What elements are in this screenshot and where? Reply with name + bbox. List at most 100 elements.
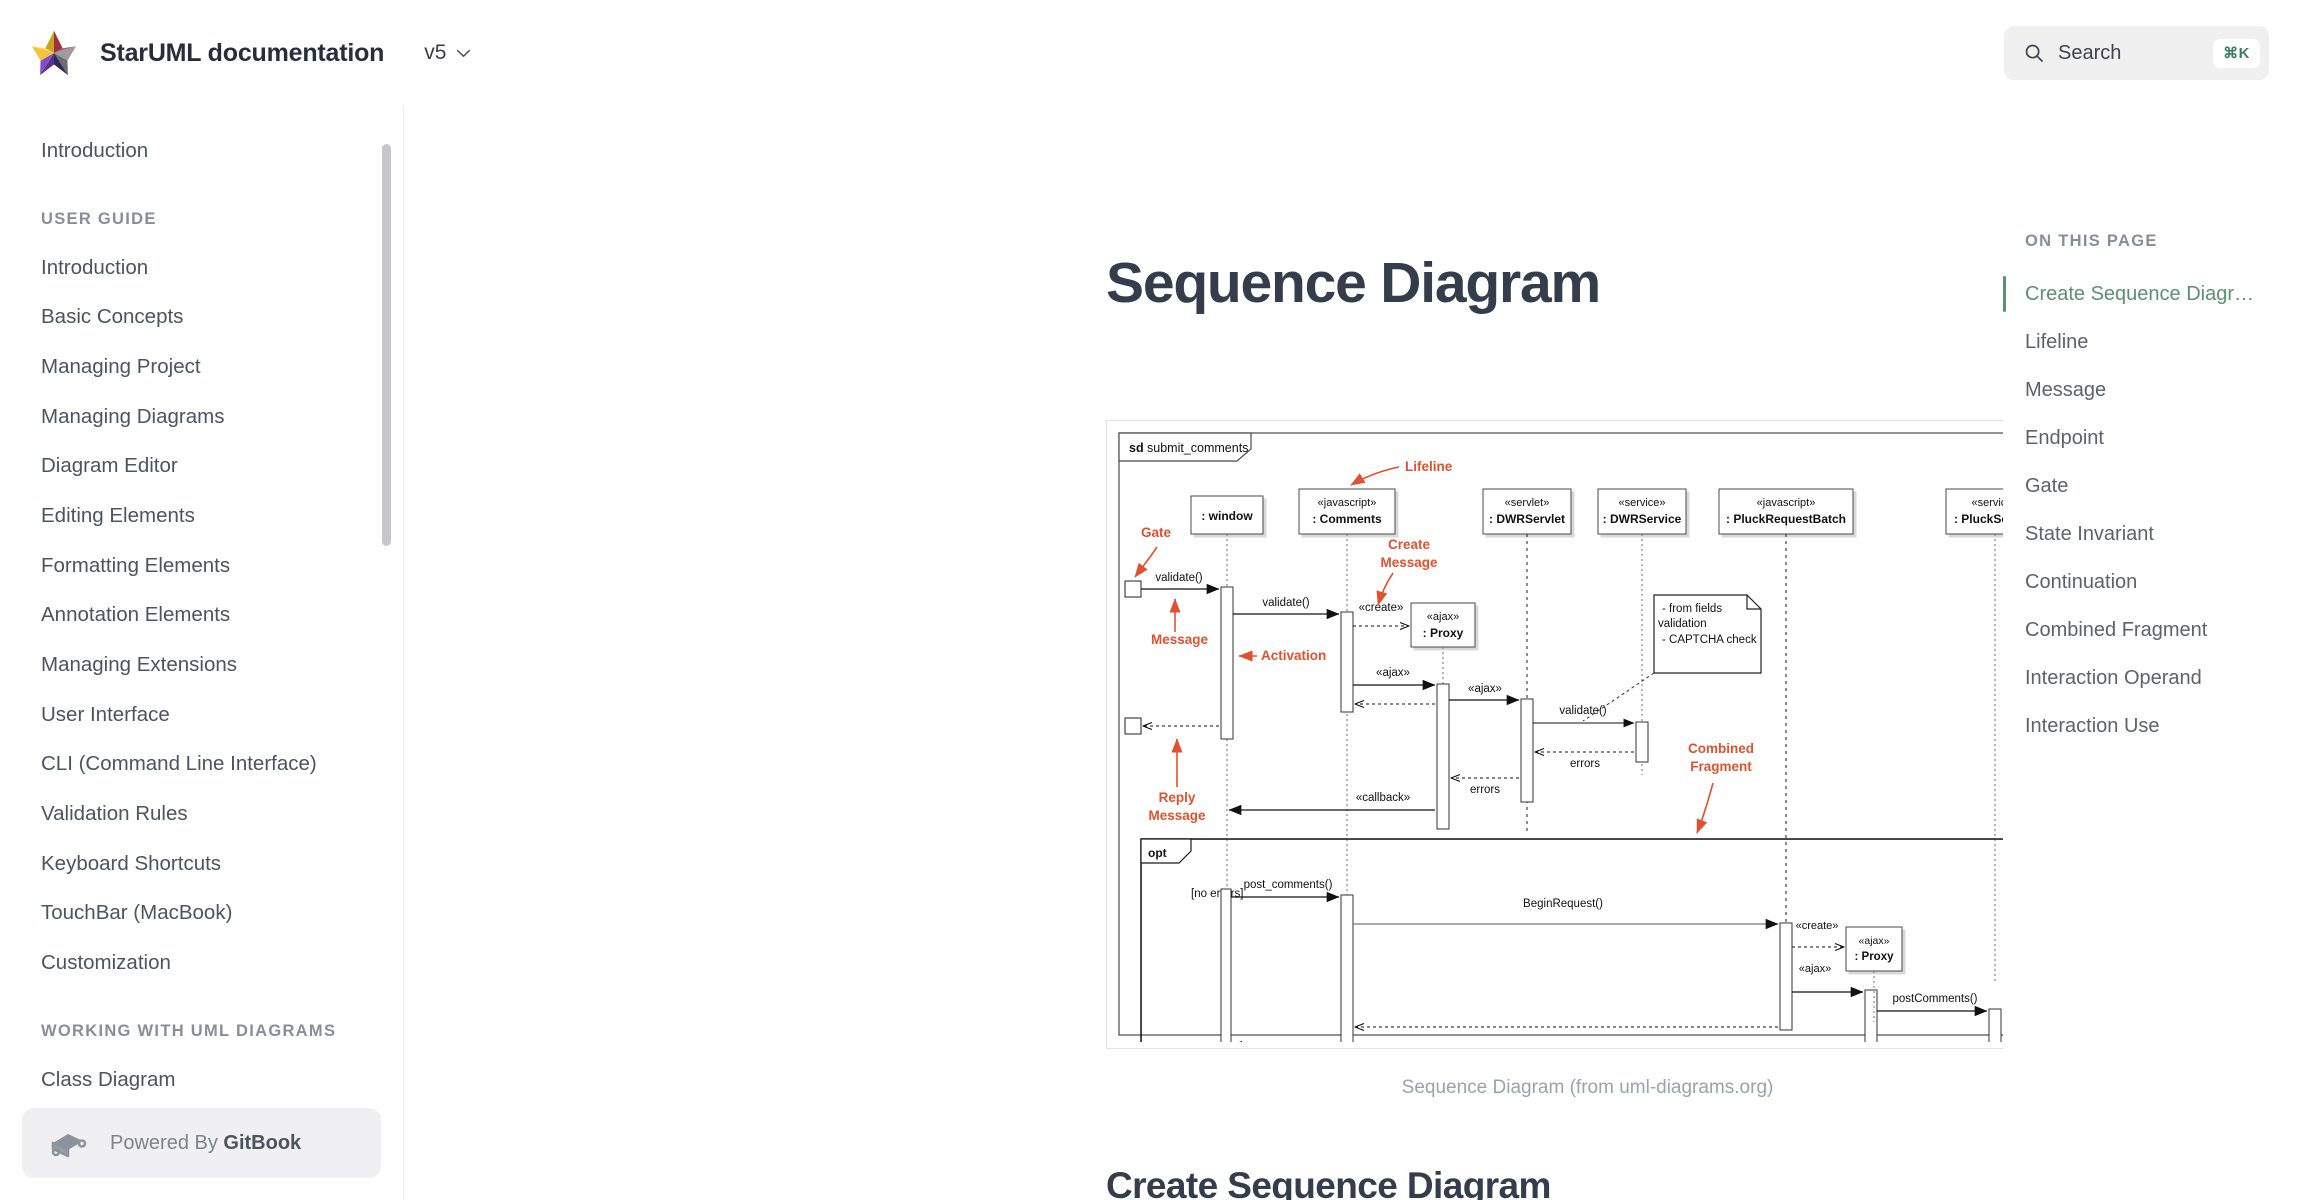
sidebar-footer: Powered By GitBook (0, 1094, 403, 1200)
site-header: StarUML documentation v5 Search ⌘K (0, 0, 2303, 106)
sidebar-scrollbar[interactable] (382, 126, 391, 1094)
svg-text:: PluckService: : PluckService (1954, 512, 2003, 526)
sidebar-section-working-with-uml-diagrams: WORKING WITH UML DIAGRAMS (41, 1021, 337, 1040)
annotation-create-message-2: Message (1380, 555, 1438, 570)
version-selector[interactable]: v5 (418, 37, 477, 69)
svg-text:: Comments: : Comments (1312, 512, 1382, 526)
svg-text:: Proxy: : Proxy (1423, 626, 1464, 640)
svg-text:validate(): validate() (1155, 572, 1202, 584)
svg-text:opt: opt (1148, 846, 1167, 860)
annotation-combined-fragment-2: Fragment (1690, 759, 1752, 774)
sidebar-item-customization[interactable]: Customization (0, 938, 403, 988)
toc-item-message[interactable]: Message (2003, 366, 2303, 414)
sidebar-item-keyboard-shortcuts[interactable]: Keyboard Shortcuts (0, 839, 403, 889)
frame-name-label: submit_comments (1147, 441, 1248, 455)
svg-text:: DWRService: : DWRService (1603, 512, 1682, 526)
sidebar-item-validation-rules[interactable]: Validation Rules (0, 789, 403, 839)
toc-item-create-sequence-diagram[interactable]: Create Sequence Diagr… (2003, 270, 2303, 318)
staruml-star-logo-icon (30, 29, 78, 77)
sidebar-item-basic-concepts[interactable]: Basic Concepts (0, 292, 403, 342)
svg-text:postComments(): postComments() (1893, 993, 1978, 1005)
sidebar-item-touchbar[interactable]: TouchBar (MacBook) (0, 888, 403, 938)
svg-text:«ajax»: «ajax» (1427, 611, 1459, 623)
figure-caption: Sequence Diagram (from uml-diagrams.org) (1401, 1076, 1774, 1098)
sequence-diagram-svg: sd submit_comments : window «javascript»… (1118, 432, 2003, 1042)
section-heading-create-sequence-diagram: Create Sequence Diagram (1106, 1164, 1551, 1200)
toc-item-continuation[interactable]: Continuation (2003, 558, 2303, 606)
annotation-activation: Activation (1261, 648, 1326, 663)
svg-text:: window: : window (1201, 509, 1253, 523)
annotation-reply-message-2: Message (1148, 808, 1206, 823)
toc-item-state-invariant[interactable]: State Invariant (2003, 510, 2303, 558)
svg-text:«ajax»: «ajax» (1376, 667, 1410, 679)
chevron-down-icon (456, 49, 471, 58)
sidebar-item-managing-extensions[interactable]: Managing Extensions (0, 640, 403, 690)
sidebar-item-formatting-elements[interactable]: Formatting Elements (0, 541, 403, 591)
sidebar-item-editing-elements[interactable]: Editing Elements (0, 491, 403, 541)
svg-text:«ajax»: «ajax» (1859, 935, 1890, 947)
powered-by-gitbook-button[interactable]: Powered By GitBook (22, 1108, 381, 1178)
page-title-row: Sequence Diagram (1106, 251, 2003, 316)
sidebar-item-managing-project[interactable]: Managing Project (0, 342, 403, 392)
annotation-combined-fragment-1: Combined (1688, 741, 1754, 756)
sequence-diagram-image: sd submit_comments : window «javascript»… (1106, 419, 2003, 1049)
left-sidebar: Introduction USER GUIDE Introduction Bas… (0, 106, 404, 1200)
gitbook-docs-page: StarUML documentation v5 Search ⌘K Intro… (0, 0, 2303, 1200)
sidebar-item-introduction[interactable]: Introduction (0, 243, 403, 293)
svg-text:«create»: «create» (1359, 602, 1404, 614)
sidebar-item-class-diagram[interactable]: Class Diagram (0, 1055, 403, 1094)
svg-text:- CAPTCHA check: - CAPTCHA check (1662, 634, 1757, 646)
annotation-create-message-1: Create (1388, 537, 1431, 552)
svg-text:«service»: «service» (1971, 497, 2003, 509)
svg-text:BeginRequest(): BeginRequest() (1523, 898, 1603, 910)
sidebar-item-annotation-elements[interactable]: Annotation Elements (0, 590, 403, 640)
svg-text:«servlet»: «servlet» (1505, 497, 1550, 509)
sidebar-item-introduction-top[interactable]: Introduction (0, 126, 403, 176)
page-title: Sequence Diagram (1106, 251, 1601, 315)
toc-item-lifeline[interactable]: Lifeline (2003, 318, 2303, 366)
toc-item-endpoint[interactable]: Endpoint (2003, 414, 2303, 462)
sidebar-item-managing-diagrams[interactable]: Managing Diagrams (0, 392, 403, 442)
frame-kind-label: sd (1129, 441, 1144, 455)
svg-text:: DWRServlet: : DWRServlet (1489, 512, 1565, 526)
sidebar-nav: Introduction USER GUIDE Introduction Bas… (0, 126, 403, 1094)
version-label: v5 (424, 41, 447, 64)
annotation-reply-message-1: Reply (1159, 790, 1196, 805)
svg-text:errors: errors (1470, 784, 1500, 796)
annotation-message: Message (1151, 632, 1209, 647)
sequence-diagram-figure: sd submit_comments : window «javascript»… (1106, 419, 2003, 1099)
sidebar-item-user-interface[interactable]: User Interface (0, 690, 403, 740)
sidebar-item-diagram-editor[interactable]: Diagram Editor (0, 441, 403, 491)
svg-text:«ajax»: «ajax» (1799, 963, 1831, 975)
svg-text:«javascript»: «javascript» (1757, 497, 1816, 509)
toc-item-gate[interactable]: Gate (2003, 462, 2303, 510)
svg-text:validate(): validate() (1262, 597, 1309, 609)
powered-by-gitbook-label: Powered By GitBook (110, 1131, 302, 1154)
svg-text:«ajax»: «ajax» (1468, 683, 1502, 695)
svg-text:«create»: «create» (1796, 920, 1839, 932)
svg-text:: PluckRequestBatch: : PluckRequestBatch (1726, 512, 1846, 526)
svg-text:errors: errors (1570, 758, 1600, 770)
toc-item-interaction-use[interactable]: Interaction Use (2003, 702, 2303, 750)
toc-item-combined-fragment[interactable]: Combined Fragment (2003, 606, 2303, 654)
sidebar-item-cli[interactable]: CLI (Command Line Interface) (0, 739, 403, 789)
annotation-lifeline: Lifeline (1405, 459, 1453, 474)
sidebar-section-user-guide: USER GUIDE (41, 209, 157, 228)
svg-text:validation: validation (1658, 618, 1707, 630)
svg-text:post_comments(): post_comments() (1244, 879, 1333, 891)
svg-text:«service»: «service» (1618, 497, 1665, 509)
svg-text:«javascript»: «javascript» (1318, 497, 1377, 509)
search-input[interactable]: Search ⌘K (2004, 26, 2269, 80)
search-shortcut-badge: ⌘K (2213, 38, 2260, 68)
svg-text:: Proxy: : Proxy (1855, 951, 1895, 963)
main-content: Sequence Diagram sd submit_comments: wi… (404, 106, 2003, 1200)
brand[interactable]: StarUML documentation (30, 29, 384, 77)
sidebar-scrollbar-thumb[interactable] (382, 144, 391, 546)
search-placeholder: Search (2058, 41, 2122, 64)
svg-text:validate(): validate() (1559, 705, 1606, 717)
document: Sequence Diagram sd submit_comments: wi… (1106, 106, 2003, 1200)
annotation-gate: Gate (1141, 525, 1172, 540)
svg-text:[no errors]: [no errors] (1191, 888, 1243, 900)
toc-item-interaction-operand[interactable]: Interaction Operand (2003, 654, 2303, 702)
svg-text:«callback»: «callback» (1356, 792, 1410, 804)
